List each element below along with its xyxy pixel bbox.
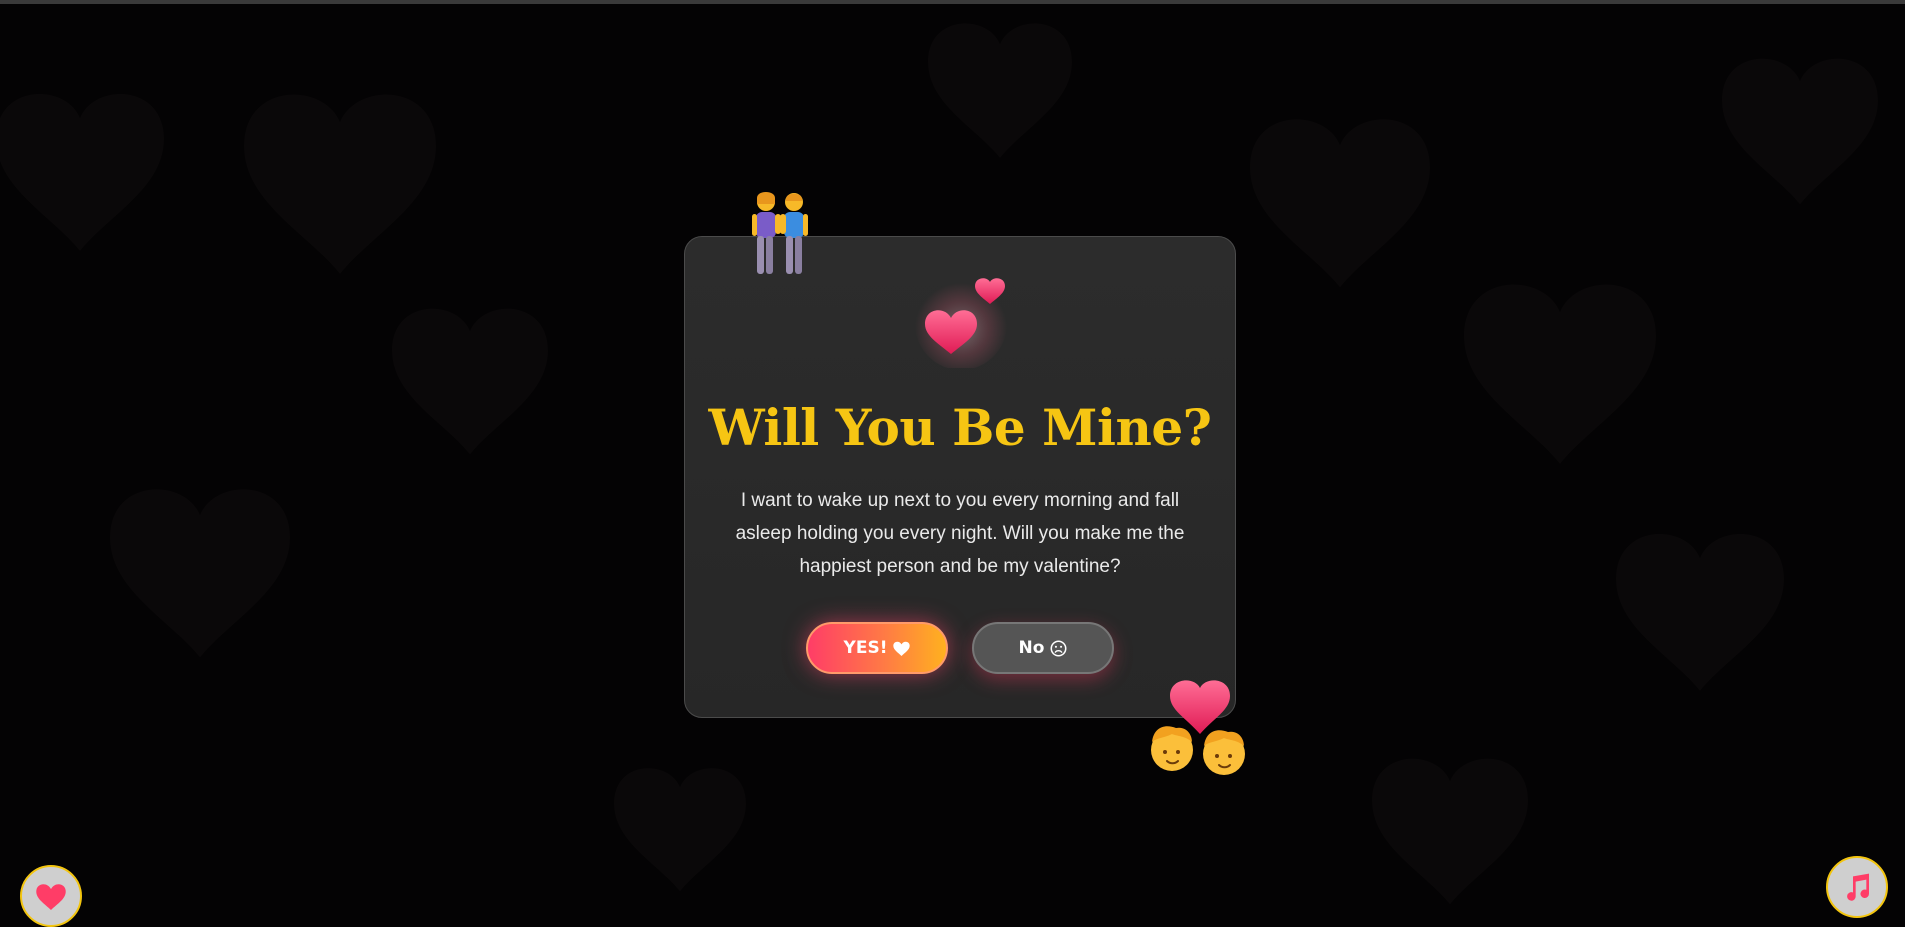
heart-icon (36, 883, 66, 910)
no-button[interactable]: No (972, 622, 1114, 674)
heart-icon (893, 641, 911, 656)
couple-holding-hands-icon (752, 192, 808, 274)
no-button-label: No (1018, 638, 1045, 658)
music-note-icon (1847, 873, 1870, 901)
dialog-message: I want to wake up next to you every morn… (735, 490, 1185, 577)
kiss-icon (1151, 680, 1245, 775)
dialog-title: Will You Be Mine? (708, 398, 1212, 457)
music-toggle-button[interactable] (1826, 856, 1888, 918)
two-hearts-icon (915, 278, 1007, 368)
yes-button-label: YES! (843, 638, 888, 658)
favorite-button[interactable] (20, 865, 82, 927)
sad-face-icon (1050, 640, 1067, 656)
yes-button[interactable]: YES! (806, 622, 948, 674)
